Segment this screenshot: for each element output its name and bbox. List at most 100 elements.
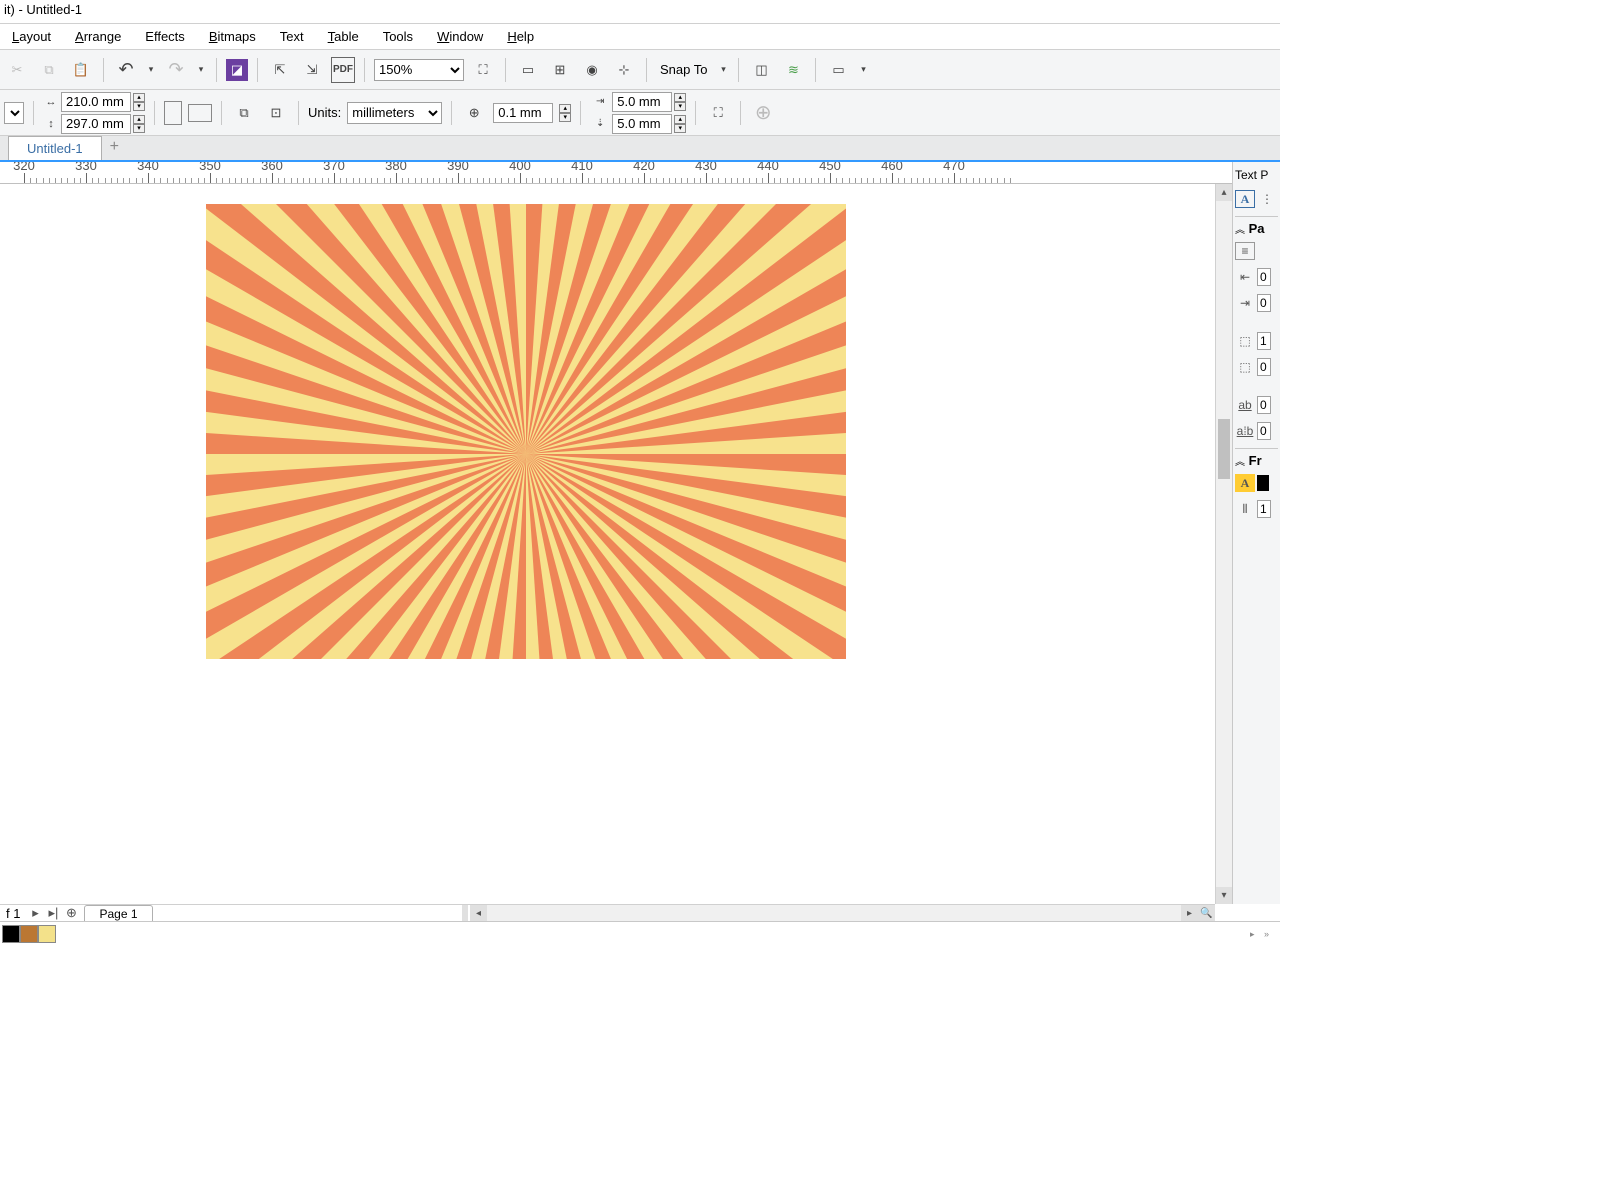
menu-bitmaps[interactable]: Bitmaps <box>199 26 266 47</box>
next-page-icon[interactable]: ▸ <box>26 905 44 921</box>
color-swatch[interactable] <box>20 925 38 943</box>
after-para-input[interactable] <box>1257 358 1271 376</box>
dupy-spinner[interactable]: ▴▾ <box>674 115 686 133</box>
cut-icon: ✂ <box>4 57 30 83</box>
scroll-thumb[interactable] <box>1218 419 1230 479</box>
treat-as-filled-icon[interactable]: ⛶ <box>705 100 731 126</box>
canvas[interactable] <box>0 184 1232 904</box>
menu-tools[interactable]: Tools <box>373 26 423 47</box>
page-size-select[interactable] <box>4 102 24 124</box>
scroll-up-icon[interactable]: ▴ <box>1216 184 1232 201</box>
zoom-select[interactable]: 150% <box>374 59 464 81</box>
menu-text[interactable]: Text <box>270 26 314 47</box>
duplicate-y-input[interactable] <box>612 114 672 134</box>
width-spinner[interactable]: ▴▾ <box>133 93 145 111</box>
last-page-icon[interactable]: ▸| <box>44 905 62 921</box>
fullscreen-icon[interactable]: ▭ <box>515 57 541 83</box>
columns-input[interactable] <box>1257 500 1271 518</box>
grid-icon[interactable]: ◉ <box>579 57 605 83</box>
standard-toolbar: ✂ ⧉ 📋 ↶ ▾ ↷ ▾ ◪ ⇱ ⇲ PDF 150% ⛶ ▭ ⊞ ◉ ⊹ S… <box>0 50 1280 90</box>
zoom-fit-icon[interactable]: ⛶ <box>470 57 496 83</box>
width-icon: ↔ <box>43 94 59 110</box>
export-icon[interactable]: ⇲ <box>299 57 325 83</box>
horizontal-scrollbar[interactable]: ◂ ▸ 🔍 <box>470 904 1215 921</box>
color-swatch[interactable] <box>1257 475 1269 491</box>
horizontal-ruler[interactable]: millimeters 3203303403503603703803904004… <box>0 162 1280 184</box>
portrait-icon[interactable] <box>164 101 182 125</box>
height-icon: ↕ <box>43 116 59 132</box>
char-spacing-input[interactable] <box>1257 396 1271 414</box>
word-spacing-icon: a⁞b <box>1235 422 1255 440</box>
app-dropdown[interactable]: ▾ <box>857 57 869 83</box>
paste-icon[interactable]: 📋 <box>68 57 94 83</box>
scroll-left-icon[interactable]: ◂ <box>470 905 487 921</box>
indent-left-icon: ⇤ <box>1235 268 1255 286</box>
word-spacing-input[interactable] <box>1257 422 1271 440</box>
char-icon[interactable]: A <box>1235 190 1255 208</box>
snap-dropdown[interactable]: ▾ <box>717 57 729 83</box>
snap-to-label[interactable]: Snap To <box>656 62 711 77</box>
height-spinner[interactable]: ▴▾ <box>133 115 145 133</box>
nudge-spinner[interactable]: ▴▾ <box>559 104 571 122</box>
nudge-input[interactable] <box>493 103 553 123</box>
units-select[interactable]: millimeters <box>347 102 442 124</box>
chevron-up-icon[interactable]: ︽ <box>1235 457 1245 468</box>
app-icon[interactable]: ▭ <box>825 57 851 83</box>
options-icon[interactable]: ◫ <box>748 57 774 83</box>
color-swatch[interactable] <box>38 925 56 943</box>
page-tab[interactable]: Page 1 <box>84 905 152 922</box>
undo-dropdown[interactable]: ▾ <box>145 57 157 83</box>
search-icon[interactable]: ◪ <box>226 59 248 81</box>
all-pages-icon[interactable]: ⧉ <box>231 100 257 126</box>
document-tab[interactable]: Untitled-1 <box>8 136 102 160</box>
page-width-input[interactable] <box>61 92 131 112</box>
add-preset-icon[interactable]: ⊕ <box>750 100 776 126</box>
property-bar: ↔▴▾ ↕▴▾ ⧉ ⊡ Units: millimeters ⊕ ▴▾ ⇥▴▾ … <box>0 90 1280 136</box>
sunburst-artwork[interactable] <box>206 204 846 659</box>
columns-icon: ⦀ <box>1235 500 1255 518</box>
nudge-icon: ⊕ <box>461 100 487 126</box>
landscape-icon[interactable] <box>188 104 212 122</box>
rulers-icon[interactable]: ⊞ <box>547 57 573 83</box>
launch-icon[interactable]: ≋ <box>780 57 806 83</box>
indent-right-input[interactable] <box>1257 294 1271 312</box>
add-page-icon[interactable]: ⊕ <box>62 905 80 921</box>
menu-layout[interactable]: Layout <box>2 26 61 47</box>
menu-help[interactable]: Help <box>497 26 544 47</box>
zoom-icon[interactable]: 🔍 <box>1198 905 1215 921</box>
font-bg-icon[interactable]: A <box>1235 474 1255 492</box>
indent-left-input[interactable] <box>1257 268 1271 286</box>
section-frame: Fr <box>1249 453 1262 468</box>
pdf-icon[interactable]: PDF <box>331 57 355 83</box>
menu-arrange[interactable]: Arrange <box>65 26 131 47</box>
dupx-spinner[interactable]: ▴▾ <box>674 93 686 111</box>
import-icon[interactable]: ⇱ <box>267 57 293 83</box>
undo-icon[interactable]: ↶ <box>113 57 139 83</box>
para-icon[interactable]: ⋮ <box>1257 190 1277 208</box>
indent-right-icon: ⇥ <box>1235 294 1255 312</box>
redo-icon: ↷ <box>163 57 189 83</box>
char-spacing-icon: ab <box>1235 396 1255 414</box>
menu-window[interactable]: Window <box>427 26 493 47</box>
menu-effects[interactable]: Effects <box>135 26 195 47</box>
palette-menu-icon[interactable]: » <box>1264 929 1278 939</box>
menu-table[interactable]: Table <box>318 26 369 47</box>
add-document-icon[interactable]: + <box>102 134 127 160</box>
nolist-icon[interactable]: ≡ <box>1235 242 1255 260</box>
current-page-icon[interactable]: ⊡ <box>263 100 289 126</box>
scroll-right-icon[interactable]: ▸ <box>1181 905 1198 921</box>
palette-right-icon[interactable]: ▸ <box>1250 929 1264 940</box>
window-title: it) - Untitled-1 <box>4 2 82 17</box>
redo-dropdown[interactable]: ▾ <box>195 57 207 83</box>
page-height-input[interactable] <box>61 114 131 134</box>
splitter[interactable] <box>462 905 468 921</box>
document-tabs: Untitled-1 + <box>0 136 1280 162</box>
guides-icon[interactable]: ⊹ <box>611 57 637 83</box>
vertical-scrollbar[interactable]: ▴ ▾ <box>1215 184 1232 904</box>
duplicate-x-input[interactable] <box>612 92 672 112</box>
dupx-icon: ⇥ <box>590 94 610 110</box>
chevron-up-icon[interactable]: ︽ <box>1235 225 1245 236</box>
before-para-input[interactable] <box>1257 332 1271 350</box>
scroll-down-icon[interactable]: ▾ <box>1216 887 1232 904</box>
color-swatch[interactable] <box>2 925 20 943</box>
